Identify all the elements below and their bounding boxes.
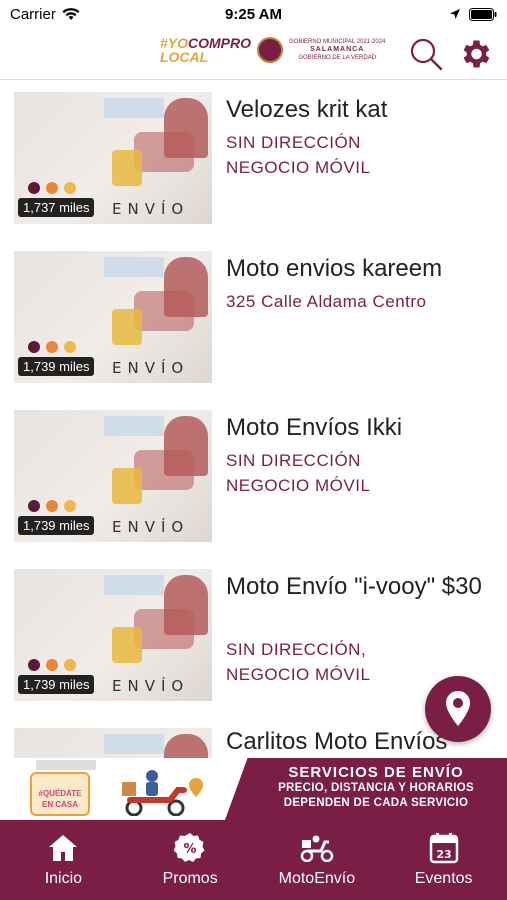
yo-compro-local-logo: #YOCOMPRO LOCAL xyxy=(160,36,251,64)
tab-eventos[interactable]: 23 Eventos xyxy=(380,820,507,900)
municipality-tagline: GOBIERNO DE LA VERDAD xyxy=(298,55,377,61)
service-address-line: 325 Calle Aldama Centro xyxy=(226,292,427,311)
banner-line-2: DEPENDEN DE CADA SERVICIO xyxy=(283,797,469,809)
distance-badge: 1,739 miles xyxy=(18,357,95,376)
svg-text:%: % xyxy=(184,842,197,857)
service-title: Moto envios kareem xyxy=(226,255,443,282)
tab-motoenvio[interactable]: MotoEnvío xyxy=(254,820,381,900)
search-icon xyxy=(410,38,443,71)
carrier-label: Carrier xyxy=(10,5,56,23)
brand-dots xyxy=(28,341,76,353)
calendar-day-number: 23 xyxy=(436,848,451,861)
promo-banner[interactable]: #QUÉDATE EN CASA SERVICIOS DE ENVÍO PREC… xyxy=(0,758,507,820)
map-pin-icon xyxy=(446,691,470,726)
service-thumbnail: ENVÍO 1,737 miles xyxy=(14,92,212,224)
service-thumbnail: ENVÍO 1,739 miles xyxy=(14,251,212,383)
envio-label: ENVÍO xyxy=(112,359,190,377)
logo-local-text: LOCAL xyxy=(160,49,209,65)
stay-home-badge: #QUÉDATE EN CASA xyxy=(30,772,90,816)
service-address-line: SIN DIRECCIÓN, xyxy=(226,640,367,659)
municipality-name: SALAMANCA xyxy=(310,46,365,53)
distance-badge: 1,739 miles xyxy=(18,675,95,694)
status-right xyxy=(449,7,497,21)
envio-label: ENVÍO xyxy=(112,200,190,218)
tab-inicio[interactable]: Inicio xyxy=(0,820,127,900)
list-item[interactable]: ENVÍO 1,737 miles Velozes krit kat SIN D… xyxy=(0,80,507,230)
gear-icon xyxy=(463,40,490,68)
bottom-tab-bar: Inicio % Promos MotoEnvío 23 Eventos xyxy=(0,820,507,900)
service-thumbnail xyxy=(14,728,212,758)
municipality-logo: GOBIERNO MUNICIPAL 2021-2024 SALAMANCA G… xyxy=(289,38,385,62)
distance-badge: 1,737 miles xyxy=(18,198,95,217)
status-left: Carrier xyxy=(10,6,80,23)
location-arrow-icon xyxy=(450,9,460,19)
brand-dots xyxy=(28,659,76,671)
app-header: #YOCOMPRO LOCAL GOBIERNO MUNICIPAL 2021-… xyxy=(0,28,507,80)
banner-line-1: PRECIO, DISTANCIA Y HORARIOS xyxy=(278,782,474,794)
municipality-small-text: GOBIERNO MUNICIPAL 2021-2024 xyxy=(289,39,386,45)
tab-label: MotoEnvío xyxy=(278,870,356,887)
app-logo: #YOCOMPRO LOCAL GOBIERNO MUNICIPAL 2021-… xyxy=(160,36,385,64)
percent-badge-icon: % xyxy=(174,833,205,862)
distance-badge: 1,739 miles xyxy=(18,516,95,535)
banner-text-panel: SERVICIOS DE ENVÍO PRECIO, DISTANCIA Y H… xyxy=(225,758,507,820)
search-button[interactable] xyxy=(408,36,444,72)
brand-dots xyxy=(28,500,76,512)
settings-button[interactable] xyxy=(456,36,494,72)
municipal-seal-icon xyxy=(257,37,284,63)
service-address-line: NEGOCIO MÓVIL xyxy=(226,158,371,177)
battery-icon xyxy=(469,7,497,21)
service-address-line: SIN DIRECCIÓN xyxy=(226,133,361,152)
envio-label: ENVÍO xyxy=(112,518,190,536)
banner-title: SERVICIOS DE ENVÍO xyxy=(288,764,464,781)
calendar-icon: 23 xyxy=(429,833,458,864)
service-thumbnail: ENVÍO 1,739 miles xyxy=(14,410,212,542)
service-title: Moto Envíos Ikki xyxy=(226,414,403,441)
service-title: Velozes krit kat xyxy=(226,96,388,123)
service-thumbnail: ENVÍO 1,739 miles xyxy=(14,569,212,701)
delivery-service-list: ENVÍO 1,737 miles Velozes krit kat SIN D… xyxy=(0,80,507,758)
tab-label: Promos xyxy=(162,870,218,887)
government-logo-strip xyxy=(36,760,96,770)
service-address-line: NEGOCIO MÓVIL xyxy=(226,476,371,495)
wifi-icon xyxy=(62,8,80,20)
service-address-line: NEGOCIO MÓVIL xyxy=(226,665,371,684)
banner-artwork: #QUÉDATE EN CASA xyxy=(0,758,230,820)
brand-dots xyxy=(28,182,76,194)
tab-label: Eventos xyxy=(414,870,473,887)
delivery-scooter-icon xyxy=(122,770,203,816)
list-item[interactable]: ENVÍO 1,739 miles Moto envios kareem 325… xyxy=(0,239,507,389)
service-title: Moto Envío "i-vooy" $30 xyxy=(226,573,482,600)
envio-label: ENVÍO xyxy=(112,677,190,695)
home-icon xyxy=(49,835,78,861)
tab-promos[interactable]: % Promos xyxy=(127,820,254,900)
scooter-icon xyxy=(300,835,334,862)
map-view-button[interactable] xyxy=(425,676,491,742)
tab-label: Inicio xyxy=(44,870,83,887)
status-bar: Carrier 9:25 AM xyxy=(0,0,507,28)
list-item[interactable]: ENVÍO 1,739 miles Moto Envíos Ikki SIN D… xyxy=(0,398,507,548)
service-address-line: SIN DIRECCIÓN xyxy=(226,451,361,470)
